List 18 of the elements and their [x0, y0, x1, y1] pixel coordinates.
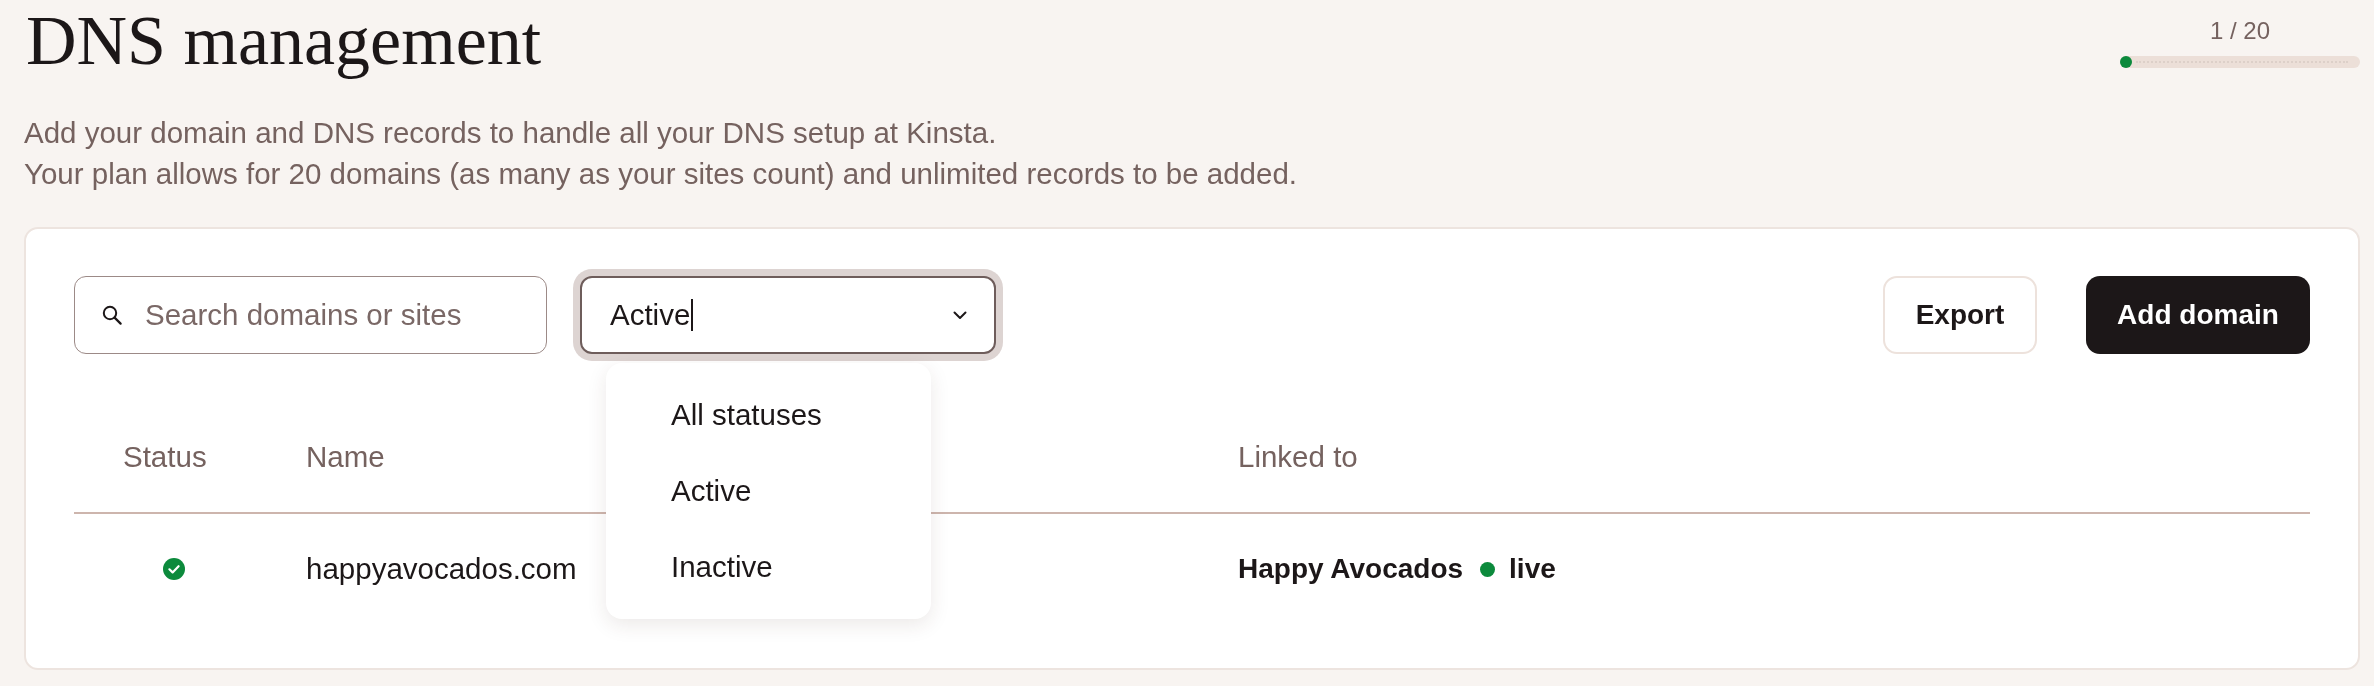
column-header: Name: [306, 438, 385, 475]
domain-name[interactable]: happyavocados.com: [306, 546, 577, 592]
text-cursor: [691, 299, 694, 331]
export-button[interactable]: Export: [1883, 276, 2037, 354]
search-icon: [102, 305, 122, 325]
chevron-down-icon: [953, 310, 967, 320]
column-header: Linked to: [1238, 438, 1358, 475]
domain-usage-count: 1 / 20: [2209, 19, 2270, 43]
search-field[interactable]: Search domains or sites: [74, 276, 547, 354]
add-domain-button[interactable]: Add domain: [2086, 276, 2310, 354]
environment-label: live: [1509, 552, 1556, 586]
description-text: Your plan allows for 20 domains (as many as your sites count) and unlimited records to be added.: [24, 156, 1298, 192]
menu-option[interactable]: Inactive: [606, 529, 931, 605]
column-header: Status: [123, 438, 207, 475]
menu-option[interactable]: All statuses: [606, 377, 931, 453]
description-text: Add your domain and DNS records to handle all your DNS setup at Kinsta.: [24, 115, 997, 151]
site-name[interactable]: Happy Avocados: [1238, 548, 1464, 590]
menu-option[interactable]: Active: [606, 453, 931, 529]
